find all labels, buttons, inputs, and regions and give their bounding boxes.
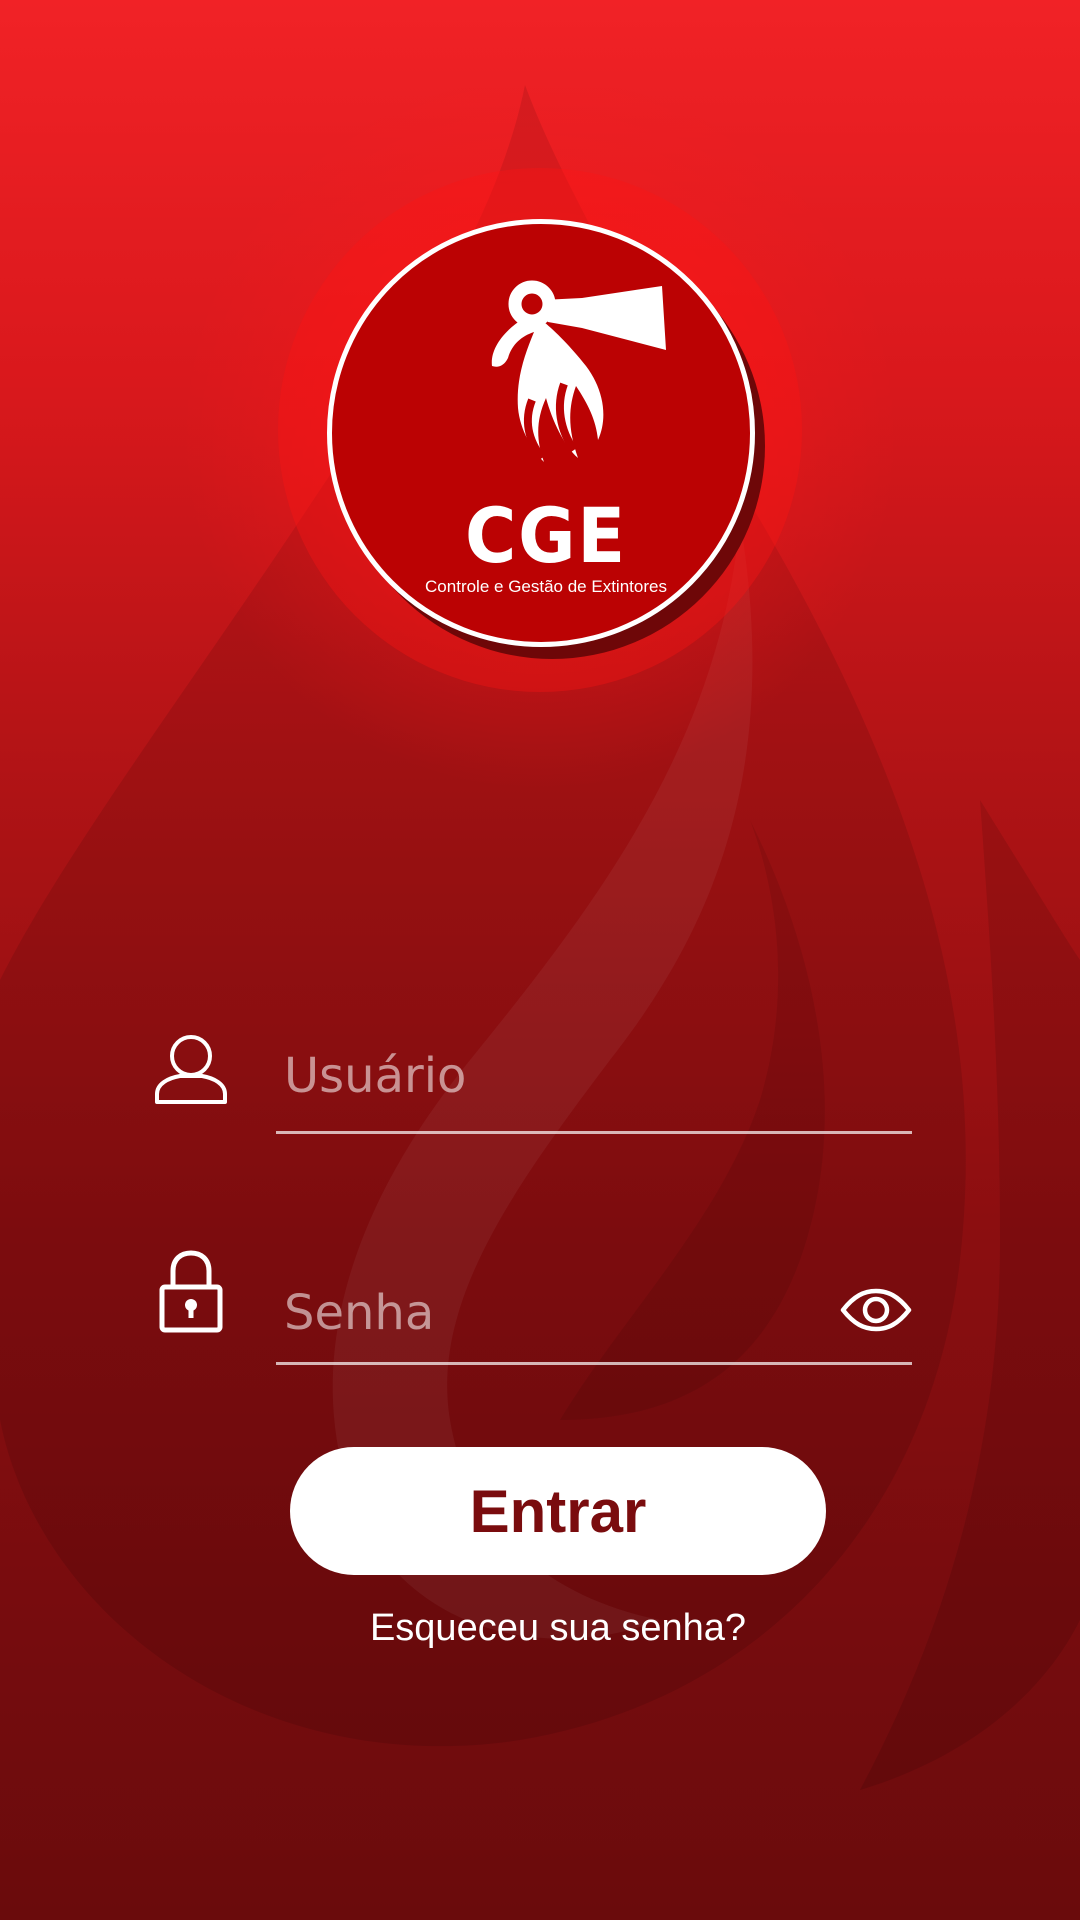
password-underline (276, 1362, 912, 1365)
fire-extinguisher-icon (491, 280, 666, 462)
username-underline (276, 1131, 912, 1134)
password-input[interactable] (276, 1283, 816, 1343)
logo-badge: CGE Controle e Gestão de Extintores (327, 219, 755, 647)
username-input[interactable] (276, 1046, 912, 1106)
user-icon (155, 1035, 227, 1104)
brand-tagline: Controle e Gestão de Extintores (425, 577, 667, 596)
brand-logo: CGE Controle e Gestão de Extintores (327, 219, 765, 659)
username-field-wrap (276, 1046, 912, 1106)
login-button[interactable]: Entrar (290, 1447, 826, 1575)
brand-name: CGE (464, 491, 627, 580)
forgot-password-link[interactable]: Esqueceu sua senha? (290, 1601, 826, 1655)
eye-icon[interactable] (840, 1288, 912, 1332)
lock-icon (159, 1250, 223, 1333)
password-field-wrap (276, 1283, 816, 1343)
